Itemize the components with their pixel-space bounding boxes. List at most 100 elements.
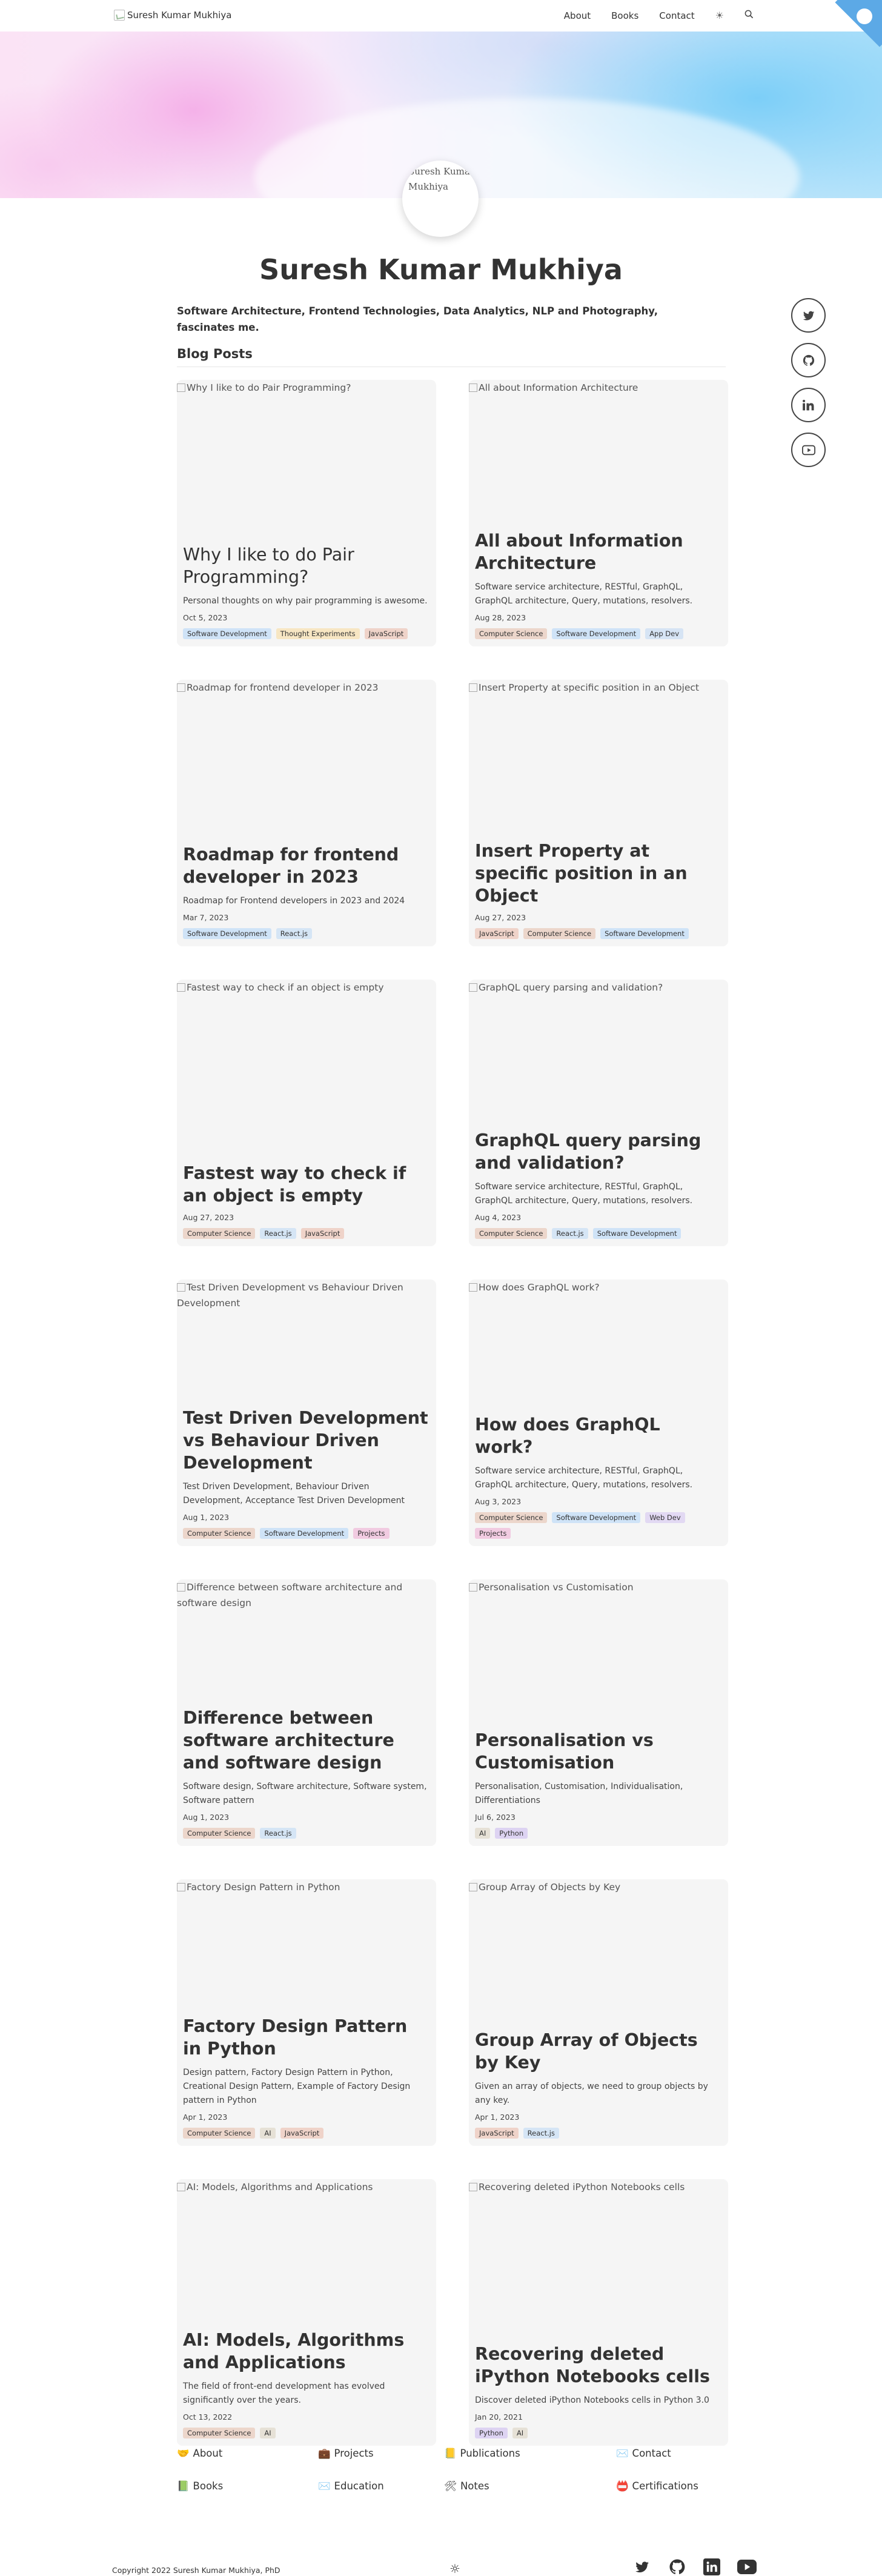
tag-badge[interactable]: Computer Science xyxy=(183,2428,256,2438)
post-image[interactable]: Personalisation vs Customisation xyxy=(469,1579,728,1701)
tag-badge[interactable]: AI xyxy=(475,1828,491,1839)
tag-badge[interactable]: App Dev xyxy=(645,628,684,639)
tag-badge[interactable]: AI xyxy=(512,2428,528,2438)
tag-badge[interactable]: Computer Science xyxy=(475,628,548,639)
youtube-icon[interactable] xyxy=(737,2560,757,2574)
blog-post-card[interactable]: All about Information Architecture All ab… xyxy=(469,380,728,646)
post-title[interactable]: AI: Models, Algorithms and Applications xyxy=(183,2329,429,2374)
tag-badge[interactable]: React.js xyxy=(523,2128,559,2139)
post-image[interactable]: GraphQL query parsing and validation? xyxy=(469,980,728,1101)
tag-badge[interactable]: Python xyxy=(495,1828,528,1839)
blog-post-card[interactable]: Fastest way to check if an object is emp… xyxy=(177,980,436,1246)
github-corner[interactable] xyxy=(831,0,882,51)
twitter-button[interactable] xyxy=(791,298,826,333)
tag-badge[interactable]: Software Development xyxy=(552,628,641,639)
tag-badge[interactable]: React.js xyxy=(260,1228,296,1239)
tag-badge[interactable]: Thought Experiments xyxy=(276,628,360,639)
tag-badge[interactable]: Software Development xyxy=(183,928,271,939)
tag-badge[interactable]: Computer Science xyxy=(183,1828,256,1839)
post-title[interactable]: Roadmap for frontend developer in 2023 xyxy=(183,843,429,888)
tag-badge[interactable]: JavaScript xyxy=(300,1228,345,1239)
footer-link-education[interactable]: ✉️ Education xyxy=(318,2480,384,2492)
github-button[interactable] xyxy=(791,343,826,377)
post-image[interactable]: Group Array of Objects by Key xyxy=(469,1879,728,2000)
post-image[interactable]: Test Driven Development vs Behaviour Dri… xyxy=(177,1280,436,1401)
tag-badge[interactable]: Computer Science xyxy=(475,1228,548,1239)
tag-badge[interactable]: Python xyxy=(475,2428,508,2438)
footer-link-projects[interactable]: 💼 Projects xyxy=(318,2448,374,2460)
tag-badge[interactable]: JavaScript xyxy=(475,928,519,939)
post-image[interactable]: Insert Property at specific position in … xyxy=(469,680,728,801)
linkedin-button[interactable] xyxy=(791,388,826,422)
post-title[interactable]: Recovering deleted iPython Notebooks cel… xyxy=(475,2343,721,2388)
nav-books[interactable]: Books xyxy=(611,10,638,21)
tag-badge[interactable]: Software Development xyxy=(600,928,689,939)
tag-badge[interactable]: Projects xyxy=(475,1528,511,1539)
blog-post-card[interactable]: Why I like to do Pair Programming? Why I … xyxy=(177,380,436,646)
blog-post-card[interactable]: Factory Design Pattern in Python Factory … xyxy=(177,1879,436,2146)
blog-post-card[interactable]: Insert Property at specific position in … xyxy=(469,680,728,946)
tag-badge[interactable]: Web Dev xyxy=(645,1512,685,1523)
tag-badge[interactable]: Projects xyxy=(353,1528,390,1539)
post-title[interactable]: Personalisation vs Customisation xyxy=(475,1729,721,1774)
tag-badge[interactable]: Computer Science xyxy=(475,1512,548,1523)
tag-badge[interactable]: JavaScript xyxy=(280,2128,324,2139)
footer-link-books[interactable]: 📗 Books xyxy=(177,2480,223,2492)
footer-link-about[interactable]: 🤝 About xyxy=(177,2448,222,2460)
tag-badge[interactable]: Software Development xyxy=(592,1228,681,1239)
blog-post-card[interactable]: AI: Models, Algorithms and Applications A… xyxy=(177,2179,436,2446)
tag-badge[interactable]: JavaScript xyxy=(475,2128,519,2139)
sun-icon[interactable]: ☼ xyxy=(449,2561,460,2576)
post-title[interactable]: How does GraphQL work? xyxy=(475,1413,721,1458)
footer-link-publications[interactable]: 📒 Publications xyxy=(444,2448,520,2460)
post-title[interactable]: Factory Design Pattern in Python xyxy=(183,2015,429,2060)
tag-badge[interactable]: Computer Science xyxy=(523,928,596,939)
tag-badge[interactable]: AI xyxy=(260,2428,276,2438)
tag-badge[interactable]: Computer Science xyxy=(183,1228,256,1239)
post-image[interactable]: Difference between software architecture… xyxy=(177,1579,436,1701)
tag-badge[interactable]: Computer Science xyxy=(183,1528,256,1539)
tag-badge[interactable]: AI xyxy=(260,2128,276,2139)
brand-link[interactable]: Suresh Kumar Mukhiya xyxy=(114,10,231,21)
post-image[interactable]: All about Information Architecture xyxy=(469,380,728,501)
post-title[interactable]: Why I like to do Pair Programming? xyxy=(183,543,429,588)
tag-badge[interactable]: React.js xyxy=(260,1828,296,1839)
blog-post-card[interactable]: GraphQL query parsing and validation? Gra… xyxy=(469,980,728,1246)
blog-post-card[interactable]: Recovering deleted iPython Notebooks cel… xyxy=(469,2179,728,2446)
post-title[interactable]: Group Array of Objects by Key xyxy=(475,2029,721,2074)
footer-link-notes[interactable]: 🛠 Notes xyxy=(444,2480,489,2492)
blog-post-card[interactable]: Difference between software architecture… xyxy=(177,1579,436,1846)
tag-badge[interactable]: Software Development xyxy=(552,1512,641,1523)
tag-badge[interactable]: React.js xyxy=(552,1228,588,1239)
blog-post-card[interactable]: How does GraphQL work? How does GraphQL w… xyxy=(469,1280,728,1546)
twitter-icon[interactable] xyxy=(633,2559,651,2575)
search-icon[interactable] xyxy=(744,10,754,21)
post-image[interactable]: Recovering deleted iPython Notebooks cel… xyxy=(469,2179,728,2300)
tag-badge[interactable]: Computer Science xyxy=(183,2128,256,2139)
post-title[interactable]: Insert Property at specific position in … xyxy=(475,840,721,907)
github-icon[interactable] xyxy=(668,2558,686,2576)
linkedin-icon[interactable] xyxy=(703,2558,720,2575)
post-image[interactable]: Factory Design Pattern in Python xyxy=(177,1879,436,2000)
post-image[interactable]: Roadmap for frontend developer in 2023 xyxy=(177,680,436,801)
tag-badge[interactable]: Software Development xyxy=(260,1528,349,1539)
nav-contact[interactable]: Contact xyxy=(659,10,694,21)
post-image[interactable]: AI: Models, Algorithms and Applications xyxy=(177,2179,436,2300)
footer-link-contact[interactable]: ✉️ Contact xyxy=(616,2448,671,2460)
footer-link-certifications[interactable]: 📛 Certifications xyxy=(616,2480,698,2492)
post-title[interactable]: GraphQL query parsing and validation? xyxy=(475,1129,721,1174)
post-title[interactable]: Difference between software architecture… xyxy=(183,1707,429,1774)
post-image[interactable]: How does GraphQL work? xyxy=(469,1280,728,1401)
tag-badge[interactable]: JavaScript xyxy=(364,628,408,639)
blog-post-card[interactable]: Roadmap for frontend developer in 2023 Ro… xyxy=(177,680,436,946)
youtube-button[interactable] xyxy=(791,433,826,467)
post-title[interactable]: Test Driven Development vs Behaviour Dri… xyxy=(183,1407,429,1474)
post-title[interactable]: Fastest way to check if an object is emp… xyxy=(183,1162,429,1207)
post-image[interactable]: Why I like to do Pair Programming? xyxy=(177,380,436,501)
blog-post-card[interactable]: Group Array of Objects by Key Group Array… xyxy=(469,1879,728,2146)
tag-badge[interactable]: Software Development xyxy=(183,628,271,639)
sun-icon[interactable]: ☀ xyxy=(715,10,724,21)
tag-badge[interactable]: React.js xyxy=(276,928,313,939)
post-image[interactable]: Fastest way to check if an object is emp… xyxy=(177,980,436,1101)
nav-about[interactable]: About xyxy=(564,10,591,21)
